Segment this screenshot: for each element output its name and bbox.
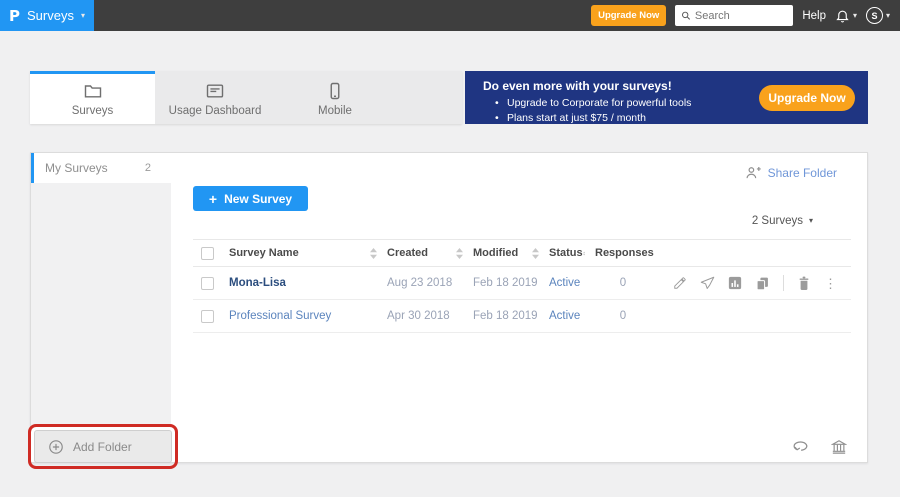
chevron-down-icon: ▾ [886, 12, 890, 20]
add-folder-label: Add Folder [73, 440, 132, 454]
add-folder-button[interactable]: Add Folder [34, 430, 172, 463]
column-header-created[interactable]: Created [387, 247, 473, 259]
column-header-status[interactable]: Status [549, 247, 595, 259]
row-actions: ⋮ [651, 275, 851, 291]
new-survey-button[interactable]: + New Survey [193, 186, 308, 211]
responses-count: 0 [620, 310, 626, 322]
share-folder-label: Share Folder [768, 166, 837, 180]
avatar: S [866, 7, 883, 24]
delete-trash-icon[interactable] [797, 276, 811, 291]
topbar: P Surveys ▾ Upgrade Now Help ▾ S ▾ [0, 0, 900, 31]
column-header-responses[interactable]: Responses [595, 247, 651, 259]
search-input[interactable] [695, 10, 787, 22]
column-header-modified[interactable]: Modified [473, 247, 549, 259]
tab-mobile[interactable]: Mobile [275, 71, 395, 124]
sort-icon[interactable] [583, 248, 585, 259]
app-switcher-menu[interactable]: P Surveys ▾ [0, 0, 94, 31]
tab-surveys[interactable]: Surveys [30, 71, 155, 124]
bell-icon [835, 8, 850, 23]
created-date: Aug 23 2018 [387, 277, 473, 289]
survey-name-link[interactable]: Professional Survey [229, 310, 387, 322]
chevron-down-icon: ▾ [809, 217, 813, 225]
dashboard-icon [205, 81, 225, 101]
select-all-checkbox[interactable] [201, 247, 214, 260]
upgrade-now-button[interactable]: Upgrade Now [591, 5, 666, 26]
notifications-menu[interactable]: ▾ [835, 8, 857, 23]
help-link[interactable]: Help [802, 10, 826, 22]
table-header-row: Survey Name Created Modified Status Resp… [193, 239, 851, 267]
topbar-right: Upgrade Now Help ▾ S ▾ [591, 5, 900, 26]
plus-circle-icon [48, 439, 64, 455]
edit-pencil-icon[interactable] [673, 276, 687, 290]
proprofs-logo: P [9, 7, 20, 25]
reports-chart-icon[interactable] [728, 276, 742, 290]
tab-label: Mobile [318, 105, 352, 117]
sort-icon[interactable] [370, 248, 377, 259]
table-row: Mona-Lisa Aug 23 2018 Feb 18 2019 Active… [193, 267, 851, 300]
restore-icon[interactable] [793, 439, 811, 454]
tab-usage-dashboard[interactable]: Usage Dashboard [155, 71, 275, 124]
mobile-icon [325, 81, 345, 101]
row-checkbox[interactable] [201, 310, 214, 323]
search-box[interactable] [675, 5, 793, 26]
sort-icon[interactable] [532, 248, 539, 259]
modified-date: Feb 18 2019 [473, 277, 549, 289]
column-header-survey-name[interactable]: Survey Name [229, 247, 387, 259]
survey-count-dropdown[interactable]: 2 Surveys ▾ [752, 215, 813, 227]
sort-icon[interactable] [456, 248, 463, 259]
table-row: Professional Survey Apr 30 2018 Feb 18 2… [193, 300, 851, 333]
survey-count-label: 2 Surveys [752, 215, 803, 227]
chevron-down-icon: ▾ [81, 12, 85, 20]
created-date: Apr 30 2018 [387, 310, 473, 322]
share-folder-link[interactable]: Share Folder [745, 165, 837, 180]
banner-upgrade-button[interactable]: Upgrade Now [759, 85, 855, 111]
chevron-down-icon: ▾ [853, 12, 857, 20]
plus-icon: + [209, 191, 217, 207]
my-surveys-label: My Surveys [45, 161, 108, 175]
archive-building-icon[interactable] [831, 439, 847, 454]
new-survey-label: New Survey [224, 192, 292, 206]
responses-count: 0 [620, 277, 626, 289]
actions-divider [783, 275, 784, 291]
panel-footer-icons [793, 439, 847, 454]
folder-icon [83, 81, 103, 101]
account-menu[interactable]: S ▾ [866, 7, 890, 24]
main-tabs: Surveys Usage Dashboard Mobile [30, 71, 462, 124]
duplicate-copy-icon[interactable] [755, 276, 770, 291]
status-value[interactable]: Active [549, 310, 595, 322]
folder-list-area [31, 183, 171, 426]
surveys-table: Survey Name Created Modified Status Resp… [193, 239, 851, 333]
banner-bullet: Plans start at just $75 / month [483, 111, 868, 126]
tab-label: Surveys [72, 105, 114, 117]
my-surveys-count: 2 [145, 162, 151, 174]
send-plane-icon[interactable] [700, 276, 715, 291]
tab-label: Usage Dashboard [169, 105, 262, 117]
surveys-panel: My Surveys 2 Add Folder Share Folder + N… [30, 152, 868, 463]
survey-name-link[interactable]: Mona-Lisa [229, 277, 387, 289]
modified-date: Feb 18 2019 [473, 310, 549, 322]
search-icon [681, 10, 691, 21]
share-person-icon [745, 165, 762, 180]
more-kebab-icon[interactable]: ⋮ [824, 277, 837, 290]
row-checkbox[interactable] [201, 277, 214, 290]
upgrade-banner: Do even more with your surveys! Upgrade … [465, 71, 868, 124]
status-value[interactable]: Active [549, 277, 595, 289]
app-menu-label: Surveys [27, 8, 74, 23]
sidebar-item-my-surveys[interactable]: My Surveys 2 [31, 153, 171, 183]
